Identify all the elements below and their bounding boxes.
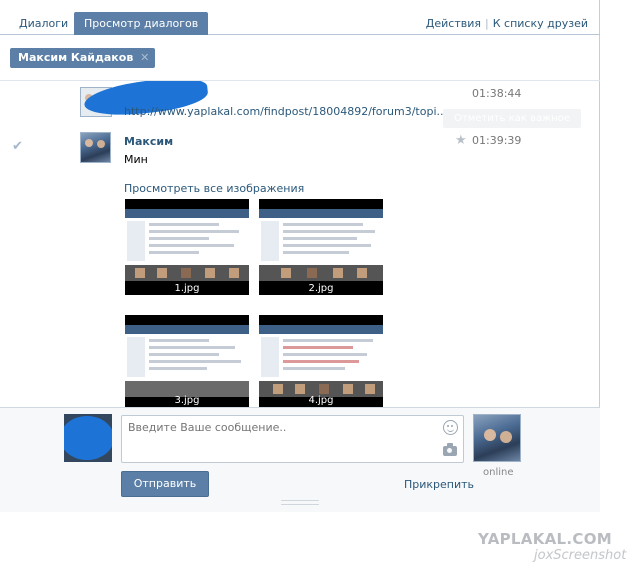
online-status: online <box>483 467 514 478</box>
message-time: 01:38:44 <box>472 87 522 100</box>
watermark-tool: joxScreenshot <box>534 548 627 563</box>
image-caption: 4.jpg <box>308 395 334 406</box>
image-thumbnail[interactable]: 1.jpg <box>125 199 249 295</box>
link-separator: | <box>485 17 489 30</box>
screenshot-preview <box>125 209 249 265</box>
message-history[interactable]: http://www.yaplakal.com/findpost/1800489… <box>0 81 600 407</box>
friend-avatar[interactable] <box>473 414 521 462</box>
watermark-brand: YAPLAKAL.COM <box>478 530 612 548</box>
actions-link[interactable]: Действия <box>426 17 481 30</box>
composer: Отправить Прикрепить online <box>0 408 600 512</box>
dialog-window: Диалоги Просмотр диалогов Действия | К спи… <box>0 0 600 512</box>
photo-strip <box>125 265 249 281</box>
message-input-box <box>121 415 464 463</box>
recipient-name: Максим Кайдаков <box>18 51 134 64</box>
message-text: Мин <box>124 153 148 166</box>
image-thumbnail[interactable]: 4.jpg <box>259 315 383 407</box>
image-caption: 2.jpg <box>308 283 334 294</box>
recipient-chip[interactable]: Максим Кайдаков ✕ <box>10 48 156 68</box>
sender-avatar[interactable] <box>80 132 111 163</box>
photo-strip <box>259 265 383 281</box>
tabs-bar: Диалоги Просмотр диалогов Действия | К спи… <box>0 0 600 35</box>
sender-name[interactable]: Максим <box>124 135 173 148</box>
friends-list-link[interactable]: К списку друзей <box>493 17 588 30</box>
screenshot-preview <box>125 325 249 381</box>
smile-icon[interactable] <box>443 420 458 435</box>
screenshot-preview <box>259 209 383 265</box>
screenshot-preview <box>259 325 383 381</box>
star-icon[interactable]: ★ <box>455 133 467 148</box>
message-link[interactable]: http://www.yaplakal.com/findpost/1800489… <box>124 105 444 118</box>
read-check-icon: ✔ <box>12 139 23 154</box>
resize-grip[interactable] <box>281 500 319 505</box>
attach-link[interactable]: Прикрепить <box>404 478 474 491</box>
close-icon[interactable]: ✕ <box>140 48 149 68</box>
send-button[interactable]: Отправить <box>121 471 209 497</box>
image-thumbnail[interactable]: 2.jpg <box>259 199 383 295</box>
image-caption: 1.jpg <box>174 283 200 294</box>
tab-dialogs[interactable]: Диалоги <box>10 12 77 35</box>
message-input[interactable] <box>122 416 432 462</box>
camera-icon[interactable] <box>443 443 457 456</box>
top-links: Действия | К списку друзей <box>426 17 588 30</box>
my-avatar[interactable] <box>64 414 112 462</box>
image-thumbnail[interactable]: 3.jpg <box>125 315 249 407</box>
image-caption: 3.jpg <box>174 395 200 406</box>
message-time: 01:39:39 <box>472 134 522 147</box>
see-all-images-link[interactable]: Просмотреть все изображения <box>124 182 304 195</box>
tab-view-dialogs[interactable]: Просмотр диалогов <box>74 12 209 35</box>
mark-important-button[interactable]: Отметить как важное <box>443 109 581 128</box>
